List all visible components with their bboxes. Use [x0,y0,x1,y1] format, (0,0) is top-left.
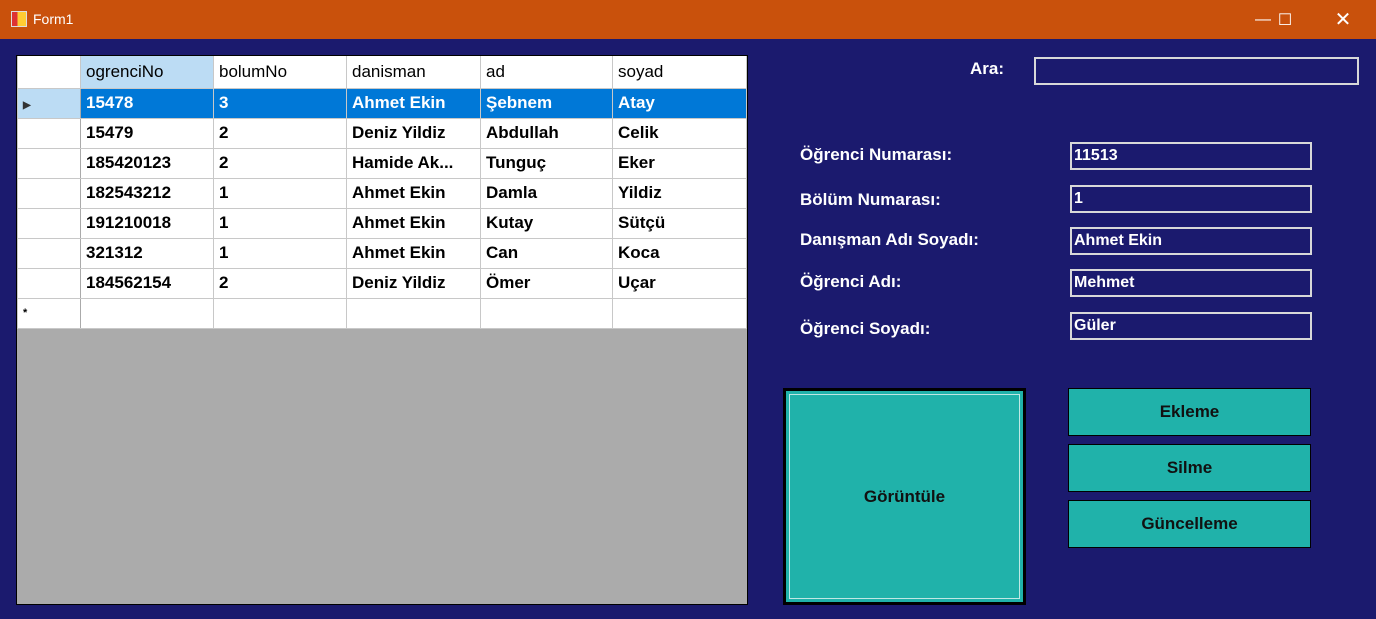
table-cell-bolumNo[interactable]: 1 [213,207,347,239]
table-cell-danisman[interactable]: Deniz Yildiz [346,117,481,149]
table-cell-ad[interactable]: Şebnem [480,87,613,119]
maximize-button[interactable]: ☐ [1262,0,1308,39]
table-cell-ad[interactable]: Damla [480,177,613,209]
row-header[interactable] [17,207,81,239]
students-data-grid[interactable]: ogrenciNo bolumNo danisman ad soyad ▶ 154… [16,55,748,605]
table-cell-soyad[interactable]: Eker [612,147,747,179]
search-label: Ara: [970,59,1005,78]
table-cell-ad[interactable]: Kutay [480,207,613,239]
ekleme-button[interactable]: Ekleme [1068,388,1311,436]
table-row[interactable]: 321312 1 Ahmet Ekin Can Koca [17,237,747,269]
column-header-ogrenciNo[interactable]: ogrenciNo [80,56,214,89]
column-header-bolumNo[interactable]: bolumNo [213,56,347,89]
row-header[interactable] [17,237,81,269]
new-row-cell[interactable] [612,297,747,329]
row-header[interactable] [17,147,81,179]
table-row[interactable]: 185420123 2 Hamide Ak... Tunguç Eker [17,147,747,179]
table-cell-bolumNo[interactable]: 1 [213,177,347,209]
table-cell-ogrenciNo[interactable]: 15478 [80,87,214,119]
row-header[interactable]: ▶ [17,87,81,119]
table-cell-ad[interactable]: Can [480,237,613,269]
table-cell-ogrenciNo[interactable]: 321312 [80,237,214,269]
column-header-ad[interactable]: ad [480,56,613,89]
ogrenci-adi-input[interactable] [1070,269,1312,297]
search-input[interactable] [1034,57,1359,85]
grid-header-row: ogrenciNo bolumNo danisman ad soyad [17,56,747,89]
table-cell-danisman[interactable]: Ahmet Ekin [346,87,481,119]
column-header-danisman[interactable]: danisman [346,56,481,89]
ogrenci-soyadi-input[interactable] [1070,312,1312,340]
title-bar: Form1 — ☐ ✕ [0,0,1376,39]
table-cell-ogrenciNo[interactable]: 184562154 [80,267,214,299]
table-cell-ad[interactable]: Ömer [480,267,613,299]
window-title: Form1 [33,11,74,27]
danisman-input[interactable] [1070,227,1312,255]
table-cell-soyad[interactable]: Yildiz [612,177,747,209]
column-header-soyad[interactable]: soyad [612,56,747,89]
table-cell-bolumNo[interactable]: 2 [213,267,347,299]
row-header[interactable] [17,177,81,209]
silme-button[interactable]: Silme [1068,444,1311,492]
table-row[interactable]: 182543212 1 Ahmet Ekin Damla Yildiz [17,177,747,209]
table-cell-bolumNo[interactable]: 2 [213,117,347,149]
table-cell-soyad[interactable]: Celik [612,117,747,149]
table-cell-ad[interactable]: Tunguç [480,147,613,179]
table-cell-ogrenciNo[interactable]: 191210018 [80,207,214,239]
close-button[interactable]: ✕ [1320,0,1366,39]
table-cell-soyad[interactable]: Uçar [612,267,747,299]
table-cell-danisman[interactable]: Ahmet Ekin [346,177,481,209]
goruntule-button[interactable]: Görüntüle [783,388,1026,605]
new-row-cell[interactable] [346,297,481,329]
table-cell-danisman[interactable]: Hamide Ak... [346,147,481,179]
table-cell-danisman[interactable]: Ahmet Ekin [346,207,481,239]
new-row-cell[interactable] [480,297,613,329]
new-row[interactable]: * [17,297,747,329]
table-row[interactable]: 15479 2 Deniz Yildiz Abdullah Celik [17,117,747,149]
danisman-label: Danışman Adı Soyadı: [800,230,979,249]
table-row[interactable]: ▶ 15478 3 Ahmet Ekin Şebnem Atay [17,87,747,119]
ogrenci-adi-label: Öğrenci Adı: [800,272,902,291]
bolum-no-input[interactable] [1070,185,1312,213]
table-cell-bolumNo[interactable]: 3 [213,87,347,119]
bolum-no-label: Bölüm Numarası: [800,190,941,209]
table-row[interactable]: 184562154 2 Deniz Yildiz Ömer Uçar [17,267,747,299]
table-cell-ogrenciNo[interactable]: 182543212 [80,177,214,209]
current-row-arrow-icon: ▶ [23,100,31,111]
row-header[interactable] [17,267,81,299]
table-row[interactable]: 191210018 1 Ahmet Ekin Kutay Sütçü [17,207,747,239]
table-cell-bolumNo[interactable]: 2 [213,147,347,179]
new-row-cell[interactable] [80,297,214,329]
table-cell-bolumNo[interactable]: 1 [213,237,347,269]
table-cell-ogrenciNo[interactable]: 15479 [80,117,214,149]
table-cell-danisman[interactable]: Deniz Yildiz [346,267,481,299]
ogrenci-soyadi-label: Öğrenci Soyadı: [800,319,931,338]
row-header[interactable] [17,117,81,149]
ogrenci-no-label: Öğrenci Numarası: [800,145,953,164]
ogrenci-no-input[interactable] [1070,142,1312,170]
new-row-marker-icon: * [17,297,81,329]
guncelleme-button[interactable]: Güncelleme [1068,500,1311,548]
table-cell-soyad[interactable]: Atay [612,87,747,119]
table-cell-ogrenciNo[interactable]: 185420123 [80,147,214,179]
table-cell-soyad[interactable]: Koca [612,237,747,269]
new-row-cell[interactable] [213,297,347,329]
table-cell-ad[interactable]: Abdullah [480,117,613,149]
row-header-corner[interactable] [17,56,81,89]
table-cell-soyad[interactable]: Sütçü [612,207,747,239]
app-icon [11,11,27,27]
table-cell-danisman[interactable]: Ahmet Ekin [346,237,481,269]
